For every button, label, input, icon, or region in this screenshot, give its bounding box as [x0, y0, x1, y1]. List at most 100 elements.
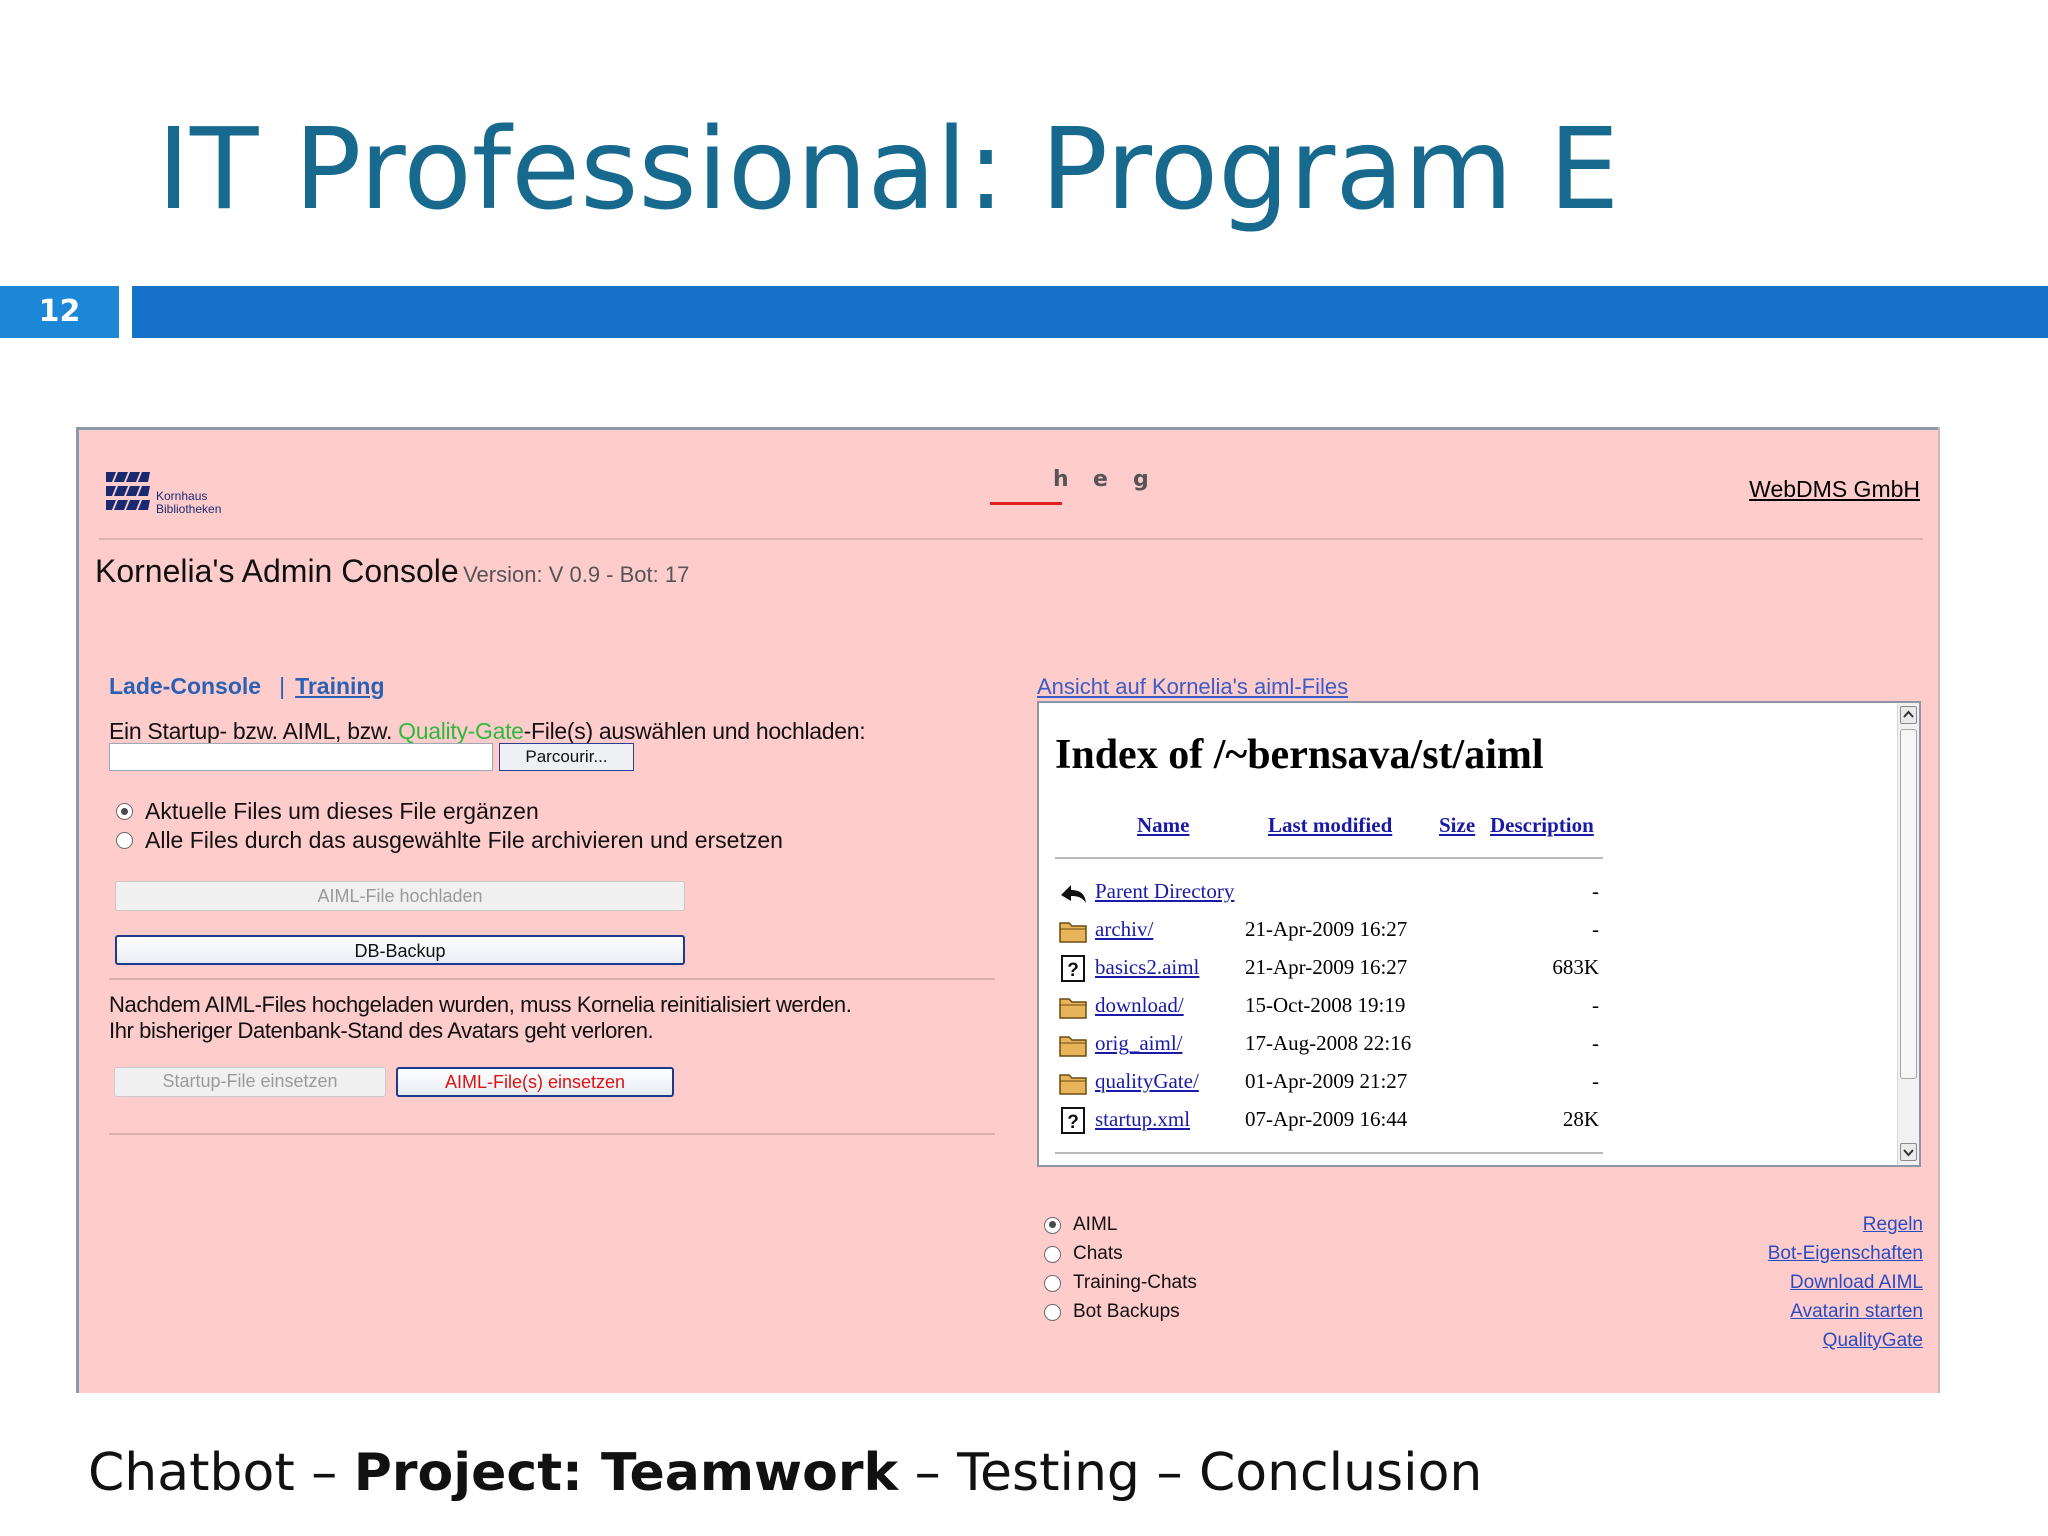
- admin-console-screenshot: Kornhaus Bibliotheken h e g WebDMS GmbH …: [76, 427, 1938, 1393]
- aiml-files-view-link[interactable]: Ansicht auf Kornelia's aiml-Files: [1037, 674, 1348, 700]
- link-regeln[interactable]: Regeln: [1863, 1214, 1923, 1236]
- nav-before: Chatbot –: [88, 1443, 354, 1503]
- file-path-input[interactable]: [109, 743, 493, 771]
- table-row[interactable]: download/ 15-Oct-2008 19:19 -: [1059, 991, 1599, 1023]
- row-name[interactable]: Parent Directory: [1095, 879, 1234, 904]
- left-divider-2: [109, 1133, 995, 1135]
- option-chats-radio[interactable]: [1044, 1245, 1061, 1263]
- heg-underline: [990, 502, 1062, 505]
- scroll-down-button[interactable]: [1900, 1143, 1917, 1161]
- row-name[interactable]: download/: [1095, 993, 1184, 1018]
- upload-aiml-button[interactable]: AIML-File hochladen: [115, 881, 685, 911]
- title-rule: [132, 286, 2048, 338]
- link-bot-eigenschaften[interactable]: Bot-Eigenschaften: [1768, 1243, 1923, 1265]
- header-divider: [99, 538, 1923, 540]
- svg-text:?: ?: [1067, 960, 1079, 981]
- nav-current: Project: Teamwork: [353, 1443, 899, 1503]
- page-number: 12: [0, 286, 119, 338]
- link-avatarin-starten[interactable]: Avatarin starten: [1790, 1301, 1923, 1323]
- option-bot-backups-radio[interactable]: [1044, 1303, 1061, 1321]
- option-aiml[interactable]: AIML: [1044, 1214, 1117, 1236]
- row-size: -: [1592, 879, 1599, 903]
- radio-add-files-control[interactable]: [116, 803, 133, 820]
- option-training-chats[interactable]: Training-Chats: [1044, 1272, 1197, 1294]
- link-download-aiml[interactable]: Download AIML: [1790, 1272, 1923, 1294]
- heg-letter-e: e: [1093, 467, 1108, 492]
- upload-label: Ein Startup- bzw. AIML, bzw. Quality-Gat…: [109, 718, 866, 744]
- chevron-down-icon: [1903, 1149, 1914, 1157]
- quality-gate-text: Quality-Gate: [398, 718, 524, 744]
- table-row[interactable]: archiv/ 21-Apr-2009 16:27 -: [1059, 915, 1599, 947]
- row-size: -: [1592, 917, 1599, 941]
- option-aiml-radio[interactable]: [1044, 1216, 1061, 1234]
- option-aiml-label: AIML: [1073, 1214, 1118, 1235]
- browse-button[interactable]: Parcourir...: [499, 743, 634, 771]
- tab-separator: |: [279, 673, 286, 699]
- nav-after: – Testing – Conclusion: [898, 1443, 1483, 1503]
- scroll-thumb[interactable]: [1900, 729, 1917, 1079]
- index-footer-divider: [1055, 1152, 1603, 1154]
- bottom-navigation: Chatbot – Project: Teamwork – Testing – …: [88, 1430, 1482, 1516]
- heg-letter-g: g: [1133, 467, 1149, 492]
- slide-title: IT Professional: Program E: [157, 105, 1620, 235]
- row-name[interactable]: qualityGate/: [1095, 1069, 1199, 1094]
- row-date: 15-Oct-2008 19:19: [1245, 993, 1406, 1017]
- table-row[interactable]: ? basics2.aiml 21-Apr-2009 16:27 683K: [1059, 953, 1599, 985]
- row-name[interactable]: archiv/: [1095, 917, 1153, 942]
- row-date: 01-Apr-2009 21:27: [1245, 1069, 1408, 1093]
- row-name[interactable]: startup.xml: [1095, 1107, 1190, 1132]
- radio-add-files-label: Aktuelle Files um dieses File ergänzen: [145, 798, 539, 824]
- heg-logo: h e g: [990, 467, 1149, 507]
- option-training-chats-radio[interactable]: [1044, 1274, 1061, 1292]
- chevron-up-icon: [1903, 710, 1914, 718]
- aiml-index-frame: Index of /~bernsava/st/aiml Name Last mo…: [1037, 701, 1921, 1167]
- option-chats-label: Chats: [1073, 1243, 1123, 1264]
- index-title: Index of /~bernsava/st/aiml: [1055, 732, 1544, 778]
- tab-training[interactable]: Training: [295, 673, 384, 699]
- console-tabs: Lade-Console | Training: [109, 673, 385, 700]
- row-date: 21-Apr-2009 16:27: [1245, 955, 1408, 979]
- unknown-file-icon: ?: [1061, 955, 1085, 982]
- folder-icon: [1059, 1036, 1087, 1057]
- folder-icon: [1059, 998, 1087, 1019]
- db-backup-button[interactable]: DB-Backup: [115, 935, 685, 965]
- option-chats[interactable]: Chats: [1044, 1243, 1123, 1265]
- column-name-header[interactable]: Name: [1137, 813, 1189, 838]
- table-row[interactable]: qualityGate/ 01-Apr-2009 21:27 -: [1059, 1067, 1599, 1099]
- column-size-header[interactable]: Size: [1439, 813, 1475, 838]
- column-modified-header[interactable]: Last modified: [1268, 813, 1392, 838]
- left-divider-1: [109, 978, 995, 980]
- radio-replace-files-control[interactable]: [116, 832, 133, 849]
- webdms-link[interactable]: WebDMS GmbH: [1749, 476, 1920, 503]
- svg-text:?: ?: [1067, 1112, 1079, 1133]
- radio-replace-files[interactable]: Alle Files durch das ausgewählte File ar…: [116, 827, 783, 854]
- scroll-up-button[interactable]: [1900, 706, 1917, 724]
- option-bot-backups[interactable]: Bot Backups: [1044, 1301, 1180, 1323]
- radio-add-files[interactable]: Aktuelle Files um dieses File ergänzen: [116, 798, 539, 825]
- aiml-files-button[interactable]: AIML-File(s) einsetzen: [396, 1067, 674, 1097]
- option-training-chats-label: Training-Chats: [1073, 1272, 1197, 1293]
- row-size: 28K: [1562, 1107, 1599, 1131]
- back-icon: [1061, 885, 1086, 903]
- reinit-notice: Nachdem AIML-Files hochgeladen wurden, m…: [109, 992, 852, 1043]
- row-size: 683K: [1552, 955, 1599, 979]
- table-row[interactable]: orig_aiml/ 17-Aug-2008 22:16 -: [1059, 1029, 1599, 1061]
- tab-lade-console[interactable]: Lade-Console: [109, 673, 261, 699]
- heg-letter-h: h: [1053, 467, 1069, 492]
- option-bot-backups-label: Bot Backups: [1073, 1301, 1180, 1322]
- row-size: -: [1592, 1031, 1599, 1055]
- link-qualitygate[interactable]: QualityGate: [1823, 1330, 1923, 1352]
- table-row[interactable]: Parent Directory -: [1059, 877, 1599, 909]
- row-date: 17-Aug-2008 22:16: [1245, 1031, 1412, 1055]
- startup-file-button[interactable]: Startup-File einsetzen: [114, 1067, 386, 1097]
- index-scrollbar[interactable]: [1897, 703, 1919, 1165]
- column-description-header[interactable]: Description: [1490, 813, 1594, 838]
- table-row[interactable]: ? startup.xml 07-Apr-2009 16:44 28K: [1059, 1105, 1599, 1137]
- console-title-main: Kornelia's Admin Console: [95, 553, 459, 589]
- console-version: Version: V 0.9 - Bot: 17: [463, 562, 690, 587]
- row-name[interactable]: orig_aiml/: [1095, 1031, 1183, 1056]
- unknown-file-icon: ?: [1061, 1107, 1085, 1134]
- row-date: 07-Apr-2009 16:44: [1245, 1107, 1408, 1131]
- row-name[interactable]: basics2.aiml: [1095, 955, 1199, 980]
- row-size: -: [1592, 1069, 1599, 1093]
